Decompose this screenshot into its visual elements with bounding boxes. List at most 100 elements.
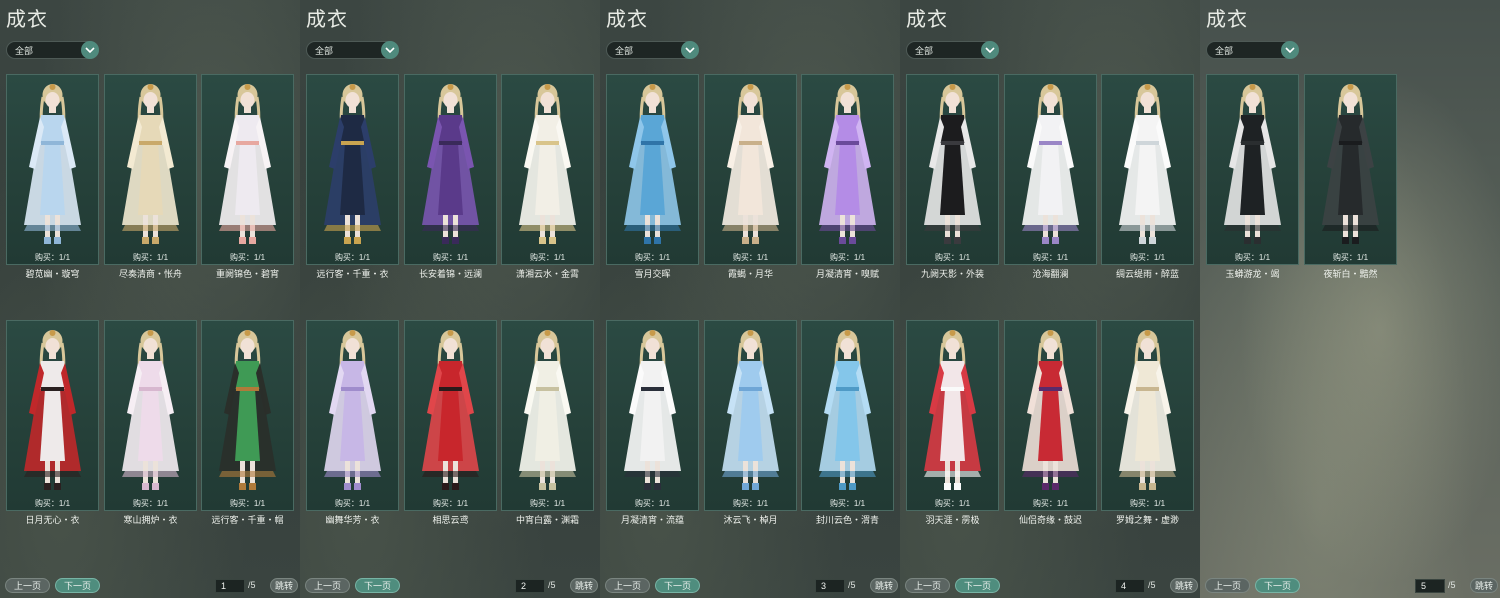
outfit-card[interactable]: 购买：1/1 <box>1101 320 1194 511</box>
next-page-button[interactable]: 下一页 <box>55 578 100 593</box>
outfit-card[interactable]: 购买：1/1 <box>801 320 894 511</box>
outfit-card[interactable]: 购买：1/1 <box>704 74 797 265</box>
outfit-name: 羽天涯・雳极 <box>925 515 980 525</box>
purchase-limit: 购买：1/1 <box>829 499 866 508</box>
category-filter-dropdown[interactable]: 全部 <box>606 41 699 59</box>
purchase-limit: 购买：1/1 <box>1032 499 1069 508</box>
outfit-shop-screens: 成衣 全部 购买：1/1 碧苋幽・璇穹 购买：1/1 尽奏清商・怅舟 购买：1/1 重阙锦色・… <box>0 0 1500 598</box>
chevron-down-icon[interactable] <box>981 41 999 59</box>
category-filter-dropdown[interactable]: 全部 <box>306 41 399 59</box>
jump-button[interactable]: 跳转 <box>870 578 898 593</box>
outfit-name: 尽奏清商・怅舟 <box>118 269 182 279</box>
outfit-panel: 成衣 全部 购买：1/1 碧苋幽・璇穹 购买：1/1 尽奏清商・怅舟 购买：1/1 重阙锦色・… <box>0 0 300 598</box>
jump-button[interactable]: 跳转 <box>270 578 298 593</box>
chevron-down-icon[interactable] <box>381 41 399 59</box>
outfit-card[interactable]: 购买：1/1 <box>404 320 497 511</box>
purchase-limit: 购买：1/1 <box>634 253 671 262</box>
outfit-name: 中宵白露・渊霜 <box>515 515 579 525</box>
purchase-limit: 购买：1/1 <box>1129 499 1166 508</box>
outfit-name: 玉蟒游龙・竭 <box>1225 269 1280 279</box>
page-number-input[interactable]: 5 <box>1415 579 1445 593</box>
outfit-card[interactable]: 购买：1/1 <box>1101 74 1194 265</box>
outfit-card[interactable]: 购买：1/1 <box>801 74 894 265</box>
outfit-name: 仙侣奇缘・鼓迟 <box>1018 515 1082 525</box>
purchase-limit: 购买：1/1 <box>1332 253 1369 262</box>
purchase-limit: 购买：1/1 <box>34 253 71 262</box>
character-figure-icon <box>1224 84 1281 244</box>
panel-title: 成衣 <box>906 9 948 31</box>
next-page-button[interactable]: 下一页 <box>955 578 1000 593</box>
page-number-input[interactable]: 1 <box>215 579 245 593</box>
character-figure-icon <box>722 330 779 490</box>
outfit-name: 长安着锦・远澜 <box>418 269 482 279</box>
purchase-limit: 购买：1/1 <box>132 253 169 262</box>
character-figure-icon <box>819 84 876 244</box>
character-figure-icon <box>519 330 576 490</box>
chevron-down-icon[interactable] <box>681 41 699 59</box>
outfit-card[interactable]: 购买：1/1 <box>501 74 594 265</box>
outfit-name: 相思云鸢 <box>432 515 469 525</box>
outfit-card[interactable]: 购买：1/1 <box>404 74 497 265</box>
next-page-button[interactable]: 下一页 <box>355 578 400 593</box>
purchase-limit: 购买：1/1 <box>229 253 266 262</box>
character-figure-icon <box>24 330 81 490</box>
purchase-limit: 购买：1/1 <box>229 499 266 508</box>
character-figure-icon <box>924 330 981 490</box>
character-figure-icon <box>1022 330 1079 490</box>
next-page-button[interactable]: 下一页 <box>655 578 700 593</box>
character-figure-icon <box>1119 84 1176 244</box>
outfit-card[interactable]: 购买：1/1 <box>1304 74 1397 265</box>
character-figure-icon <box>1119 330 1176 490</box>
jump-button[interactable]: 跳转 <box>1470 578 1498 593</box>
outfit-name: 远行客・千重・衣 <box>316 269 389 279</box>
outfit-card[interactable]: 购买：1/1 <box>704 320 797 511</box>
prev-page-button[interactable]: 上一页 <box>905 578 950 593</box>
jump-button[interactable]: 跳转 <box>570 578 598 593</box>
page-number-input[interactable]: 4 <box>1115 579 1145 593</box>
outfit-card[interactable]: 购买：1/1 <box>1004 320 1097 511</box>
outfit-card[interactable]: 购买：1/1 <box>501 320 594 511</box>
outfit-card[interactable]: 购买：1/1 <box>201 74 294 265</box>
prev-page-button[interactable]: 上一页 <box>305 578 350 593</box>
outfit-name: 重阙锦色・碧宵 <box>215 269 279 279</box>
prev-page-button[interactable]: 上一页 <box>1205 578 1250 593</box>
chevron-down-icon[interactable] <box>81 41 99 59</box>
page-total: /5 <box>548 580 556 590</box>
outfit-card[interactable]: 购买：1/1 <box>104 320 197 511</box>
category-filter-dropdown[interactable]: 全部 <box>906 41 999 59</box>
next-page-button[interactable]: 下一页 <box>1255 578 1300 593</box>
purchase-limit: 购买：1/1 <box>432 253 469 262</box>
outfit-card[interactable]: 购买：1/1 <box>606 320 699 511</box>
outfit-card[interactable]: 购买：1/1 <box>306 320 399 511</box>
page-total: /5 <box>1448 580 1456 590</box>
character-figure-icon <box>422 84 479 244</box>
outfit-card[interactable]: 购买：1/1 <box>906 320 999 511</box>
outfit-name: 月凝清宵・嗅赋 <box>815 269 879 279</box>
purchase-limit: 购买：1/1 <box>34 499 71 508</box>
character-figure-icon <box>324 330 381 490</box>
outfit-card[interactable]: 购买：1/1 <box>201 320 294 511</box>
page-number-input[interactable]: 3 <box>815 579 845 593</box>
outfit-card[interactable]: 购买：1/1 <box>306 74 399 265</box>
outfit-name: 霞蝎・月华 <box>727 269 773 279</box>
character-figure-icon <box>219 330 276 490</box>
character-figure-icon <box>722 84 779 244</box>
outfit-card[interactable]: 购买：1/1 <box>606 74 699 265</box>
outfit-card[interactable]: 购买：1/1 <box>1206 74 1299 265</box>
jump-button[interactable]: 跳转 <box>1170 578 1198 593</box>
outfit-card[interactable]: 购买：1/1 <box>104 74 197 265</box>
outfit-card[interactable]: 购买：1/1 <box>6 320 99 511</box>
prev-page-button[interactable]: 上一页 <box>605 578 650 593</box>
outfit-name: 沐云飞・棹月 <box>723 515 778 525</box>
page-number-input[interactable]: 2 <box>515 579 545 593</box>
prev-page-button[interactable]: 上一页 <box>5 578 50 593</box>
chevron-down-icon[interactable] <box>1281 41 1299 59</box>
outfit-card[interactable]: 购买：1/1 <box>6 74 99 265</box>
purchase-limit: 购买：1/1 <box>1032 253 1069 262</box>
panel-title: 成衣 <box>606 9 648 31</box>
outfit-card[interactable]: 购买：1/1 <box>1004 74 1097 265</box>
outfit-card[interactable]: 购买：1/1 <box>906 74 999 265</box>
category-filter-dropdown[interactable]: 全部 <box>1206 41 1299 59</box>
page-total: /5 <box>1148 580 1156 590</box>
category-filter-dropdown[interactable]: 全部 <box>6 41 99 59</box>
